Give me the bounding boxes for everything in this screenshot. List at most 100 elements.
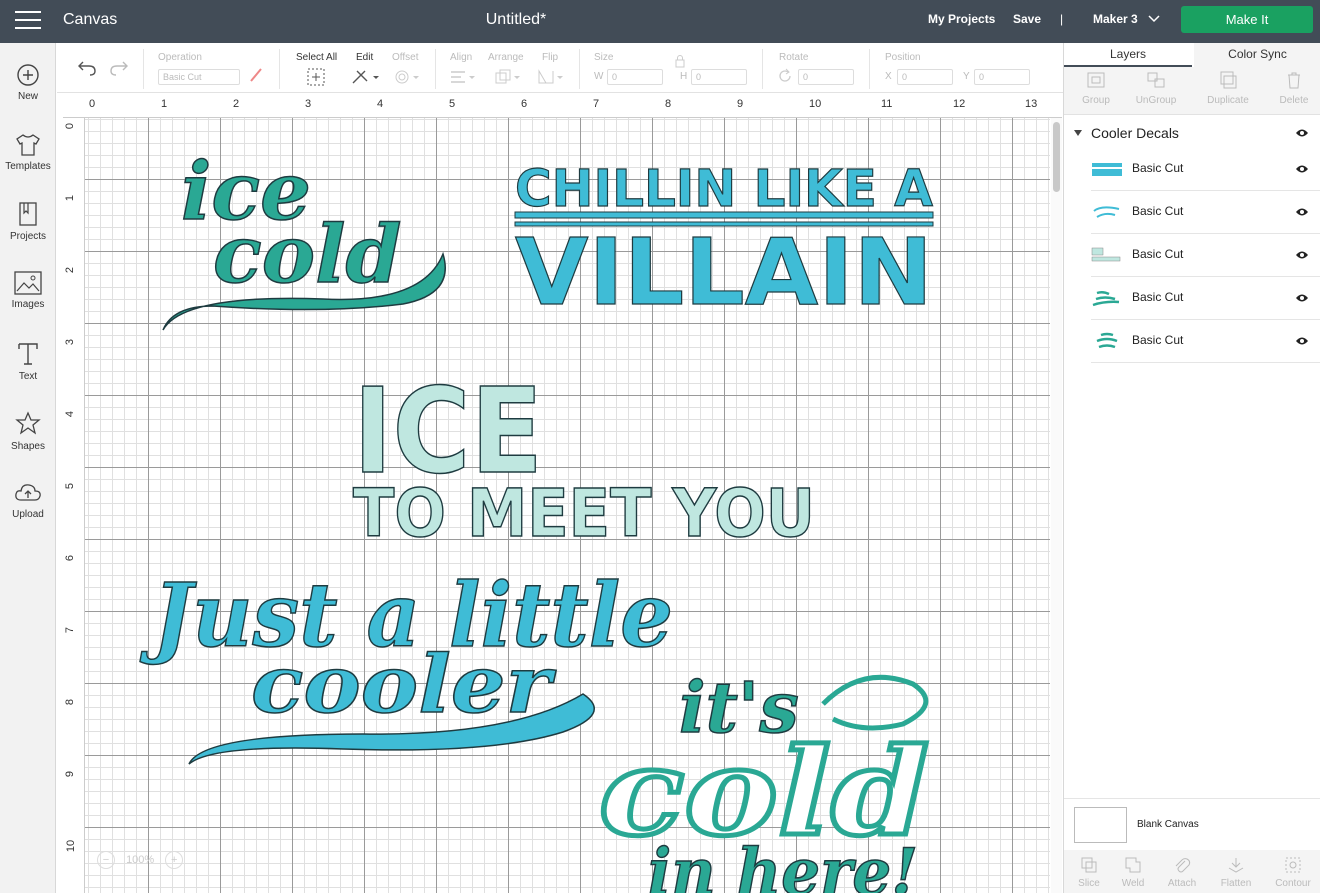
operation-select[interactable]: Basic Cut — [158, 69, 240, 85]
svg-text:CHILLIN LIKE A: CHILLIN LIKE A — [515, 160, 934, 219]
x-label: X — [885, 71, 892, 82]
design-ice-to-meet-you[interactable]: ICE TO MEET YOU — [352, 361, 816, 553]
ungroup-icon — [1147, 72, 1165, 88]
caret-down-icon[interactable] — [1074, 130, 1082, 136]
eye-icon[interactable] — [1295, 164, 1309, 174]
tshirt-icon — [16, 134, 40, 156]
width-input[interactable]: 0 — [607, 69, 663, 85]
sidebar-item-label: Upload — [12, 509, 44, 520]
align-icon[interactable] — [449, 68, 477, 86]
sidebar-item-label: Text — [18, 371, 38, 382]
blank-canvas-label: Blank Canvas — [1137, 819, 1199, 830]
document-title[interactable]: Untitled* — [0, 11, 1032, 29]
flatten-button[interactable]: Flatten — [1211, 856, 1261, 889]
sidebar-item-label: Shapes — [11, 441, 45, 452]
top-bar: Canvas Untitled* My Projects Save | Make… — [0, 0, 1320, 43]
undo-icon[interactable] — [77, 59, 97, 77]
tab-layers[interactable]: Layers — [1064, 43, 1192, 67]
eye-icon[interactable] — [1295, 250, 1309, 260]
design-just-a-little-cooler[interactable]: Just a little cooler — [139, 562, 674, 765]
edit-toolbar: Operation Basic Cut Select All Edit Offs… — [57, 43, 1063, 93]
duplicate-button[interactable]: Duplicate — [1196, 71, 1260, 106]
flip-icon[interactable] — [535, 68, 565, 86]
layer-row[interactable]: Basic Cut — [1091, 191, 1320, 234]
paperclip-icon — [1175, 858, 1191, 873]
edit-label: Edit — [356, 52, 374, 63]
svg-text:TO MEET YOU: TO MEET YOU — [353, 475, 815, 552]
x-input[interactable]: 0 — [897, 69, 953, 85]
group-button[interactable]: Group — [1064, 71, 1128, 106]
rotate-input[interactable]: 0 — [798, 69, 854, 85]
machine-selector[interactable]: Maker 3 — [1093, 12, 1138, 26]
layers-panel: Layers Color Sync Group UnGroup Duplicat… — [1063, 43, 1320, 893]
weld-icon — [1125, 857, 1141, 873]
chevron-down-icon[interactable] — [1147, 11, 1161, 25]
ungroup-button[interactable]: UnGroup — [1124, 71, 1188, 106]
make-it-button[interactable]: Make It — [1181, 6, 1313, 33]
design-ice-cold[interactable]: ice cold — [162, 143, 446, 331]
sidebar-item-upload[interactable]: Upload — [0, 481, 56, 545]
size-label: Size — [594, 52, 614, 63]
svg-text:VILLAIN: VILLAIN — [515, 219, 933, 326]
arrange-icon[interactable] — [494, 68, 522, 86]
blank-canvas-row[interactable]: Blank Canvas — [1064, 798, 1320, 850]
sidebar-item-text[interactable]: Text — [0, 341, 56, 405]
contour-button[interactable]: Contour — [1268, 856, 1318, 889]
vertical-scrollbar[interactable] — [1051, 118, 1062, 893]
zoom-in-button[interactable]: + — [165, 851, 184, 869]
tab-color-sync[interactable]: Color Sync — [1194, 43, 1320, 67]
save-button[interactable]: Save — [1013, 12, 1041, 26]
layer-thumbnail — [1092, 163, 1122, 176]
sidebar-item-projects[interactable]: Projects — [0, 201, 56, 265]
y-input[interactable]: 0 — [974, 69, 1030, 85]
sidebar-item-templates[interactable]: Templates — [0, 133, 56, 197]
design-canvas[interactable]: 0 1 2 3 4 5 6 7 8 9 10 11 12 13 0 1 2 3 … — [63, 94, 1062, 893]
layer-row[interactable]: Basic Cut — [1091, 277, 1320, 320]
y-label: Y — [963, 71, 970, 82]
lock-icon[interactable] — [674, 54, 686, 68]
flatten-icon — [1228, 858, 1244, 873]
sidebar-item-images[interactable]: Images — [0, 271, 56, 335]
design-its-cold-in-here[interactable]: it's cold in here! — [597, 665, 932, 893]
zoom-out-button[interactable]: − — [97, 851, 115, 869]
canvas-swatch[interactable] — [1074, 807, 1127, 843]
trash-icon — [1288, 72, 1300, 89]
offset-icon[interactable] — [393, 68, 421, 86]
height-input[interactable]: 0 — [691, 69, 747, 85]
layer-row[interactable]: Basic Cut — [1091, 148, 1320, 191]
eye-icon[interactable] — [1295, 128, 1309, 138]
text-icon — [18, 343, 38, 365]
layer-toolbar: Group UnGroup Duplicate Delete — [1064, 67, 1320, 115]
height-label: H — [680, 71, 688, 82]
layer-group-name[interactable]: Cooler Decals — [1091, 125, 1179, 141]
layer-row[interactable]: Basic Cut — [1091, 234, 1320, 277]
weld-button[interactable]: Weld — [1108, 856, 1158, 889]
eye-icon[interactable] — [1295, 336, 1309, 346]
slice-button[interactable]: Slice — [1064, 856, 1114, 889]
my-projects-link[interactable]: My Projects — [928, 12, 995, 26]
svg-text:in here!: in here! — [648, 835, 918, 893]
eye-icon[interactable] — [1295, 207, 1309, 217]
sidebar-item-shapes[interactable]: Shapes — [0, 411, 56, 475]
sidebar-item-label: Projects — [9, 231, 47, 242]
select-all-icon[interactable] — [307, 68, 325, 86]
arrange-label: Arrange — [488, 52, 524, 63]
layer-thumbnail — [1096, 332, 1118, 349]
attach-button[interactable]: Attach — [1157, 856, 1207, 889]
redo-icon[interactable] — [109, 59, 129, 77]
eye-icon[interactable] — [1295, 293, 1309, 303]
delete-button[interactable]: Delete — [1262, 71, 1320, 106]
pen-color-icon[interactable] — [248, 67, 264, 83]
layer-row[interactable]: Basic Cut — [1091, 320, 1320, 363]
left-sidebar: New Templates Projects Images Text Shape… — [0, 43, 56, 893]
edit-scissors-icon[interactable] — [351, 68, 379, 86]
contour-icon — [1285, 857, 1301, 873]
position-label: Position — [885, 52, 921, 63]
sidebar-item-new[interactable]: New — [0, 63, 56, 127]
book-icon — [19, 202, 37, 226]
zoom-control: − 100% + — [97, 851, 184, 871]
offset-label: Offset — [392, 52, 419, 63]
topbar-divider: | — [1060, 12, 1064, 26]
cloud-upload-icon — [15, 484, 41, 501]
design-chillin-villain[interactable]: CHILLIN LIKE A VILLAIN — [514, 159, 934, 326]
